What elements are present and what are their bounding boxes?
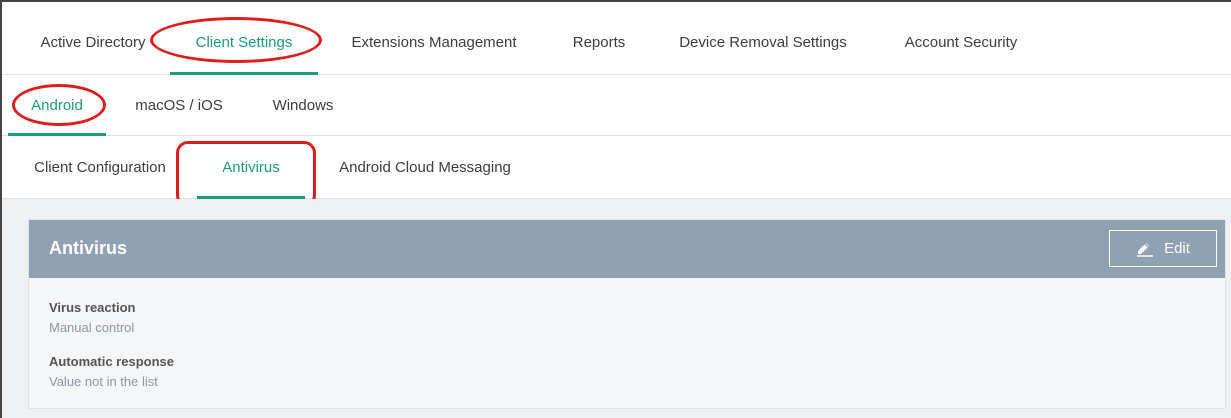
panel-title: Antivirus: [49, 238, 128, 258]
tab-device-removal-settings[interactable]: Device Removal Settings: [660, 10, 866, 74]
tab-macos-ios[interactable]: macOS / iOS: [120, 75, 238, 135]
field-value-virus-reaction: Manual control: [49, 320, 135, 335]
tab-client-configuration[interactable]: Client Configuration: [20, 136, 180, 198]
edit-label: Edit: [1164, 240, 1190, 257]
tab-active-directory[interactable]: Active Directory: [28, 10, 158, 74]
settings-tab-bar: Client Configuration Antivirus Android C…: [2, 136, 1231, 199]
tab-android[interactable]: Android: [8, 75, 106, 136]
panel-header: Antivirus Edit: [29, 220, 1225, 278]
tab-extensions-management[interactable]: Extensions Management: [332, 10, 536, 74]
field-label-automatic-response: Automatic response: [49, 354, 174, 369]
field-value-automatic-response: Value not in the list: [49, 374, 158, 389]
tab-windows[interactable]: Windows: [258, 75, 348, 135]
antivirus-panel: Antivirus Edit Virus reaction Manual con…: [28, 219, 1226, 409]
tab-android-cloud-messaging[interactable]: Android Cloud Messaging: [318, 136, 532, 198]
edit-button[interactable]: Edit: [1109, 230, 1217, 267]
main-tab-bar: Active Directory Client Settings Extensi…: [2, 10, 1231, 75]
os-tab-bar: Android macOS / iOS Windows: [2, 75, 1231, 136]
tab-reports[interactable]: Reports: [558, 10, 640, 74]
tab-antivirus[interactable]: Antivirus: [197, 136, 305, 199]
pencil-icon: [1136, 241, 1154, 257]
tab-account-security[interactable]: Account Security: [886, 10, 1036, 74]
field-label-virus-reaction: Virus reaction: [49, 300, 136, 315]
tab-client-settings[interactable]: Client Settings: [170, 10, 318, 75]
